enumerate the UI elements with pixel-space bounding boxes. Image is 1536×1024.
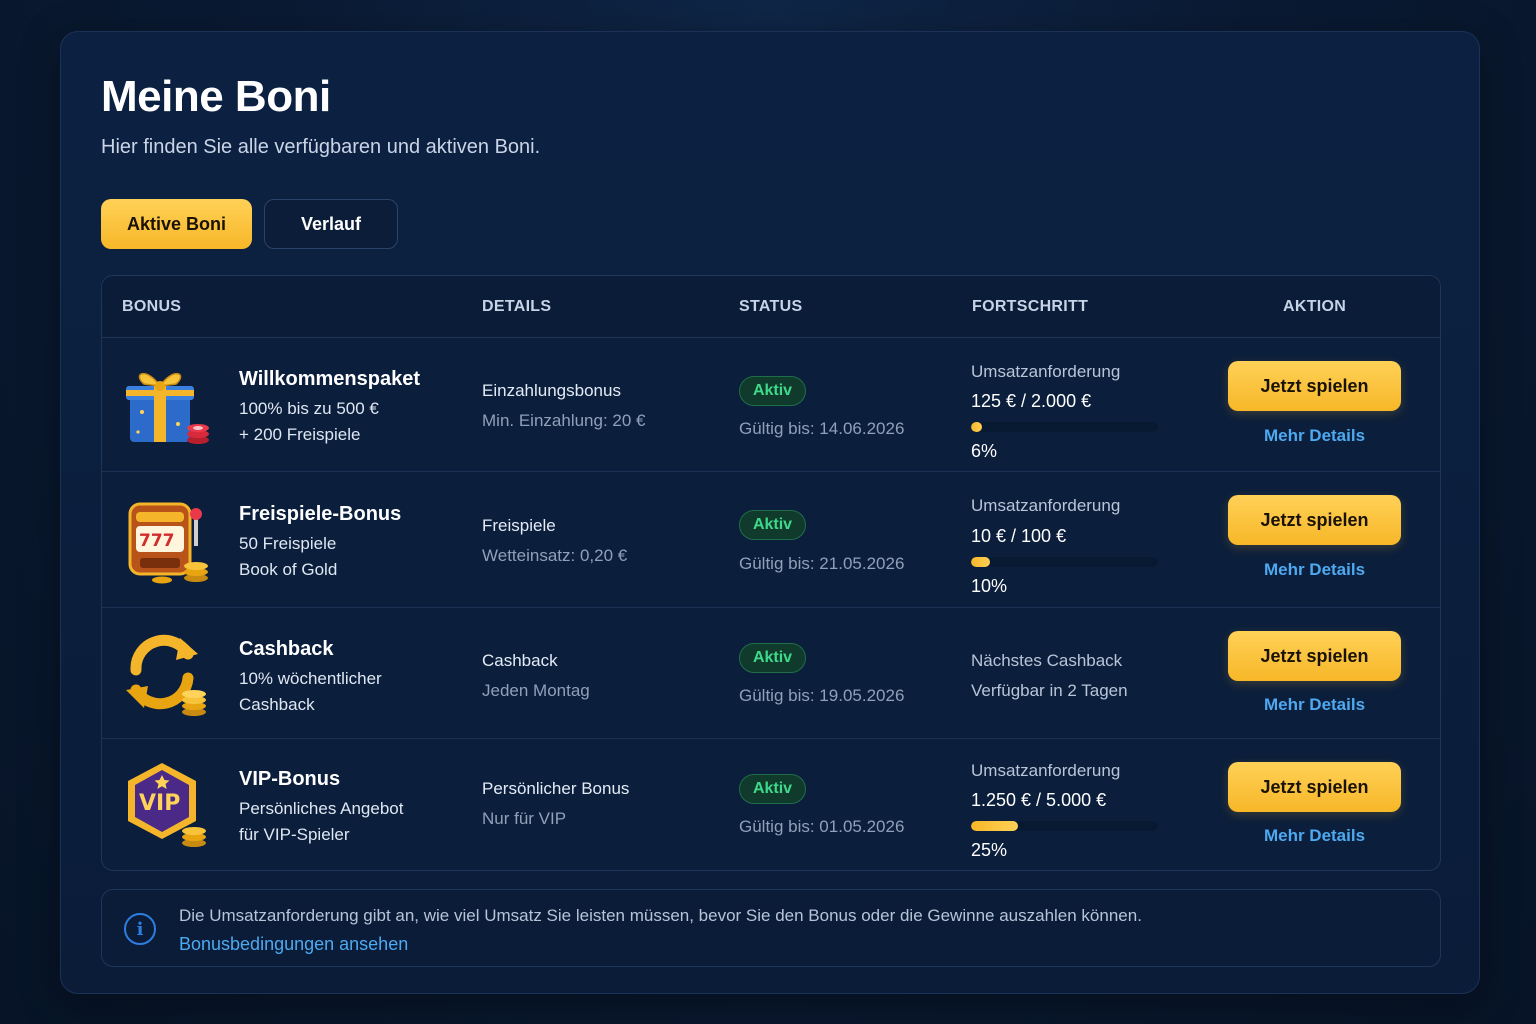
progress-percent: 25%: [971, 840, 1008, 860]
tab-bar: Aktive Boni Verlauf: [101, 199, 398, 249]
bonus-line-2: Book of Gold: [239, 560, 338, 579]
play-now-button[interactable]: Jetzt spielen: [1228, 631, 1401, 681]
more-details-link[interactable]: Mehr Details: [1228, 560, 1401, 580]
progress-bar: [971, 557, 1158, 567]
bonus-line-1: 50 Freispiele: [239, 534, 337, 553]
valid-until: Gültig bis: 21.05.2026: [739, 554, 905, 573]
bonus-line-1: 100% bis zu 500 €: [239, 399, 379, 418]
detail-title: Cashback: [482, 651, 558, 670]
next-cashback-label: Nächstes Cashback: [971, 651, 1123, 670]
info-icon: i: [124, 913, 156, 945]
header-bonus: BONUS: [122, 298, 182, 315]
progress-bar: [971, 422, 1158, 432]
status-badge: Aktiv: [739, 376, 806, 406]
bonus-line-2: Cashback: [239, 695, 315, 714]
detail-title: Einzahlungsbonus: [482, 381, 621, 400]
table-header: BONUS DETAILS STATUS FORTSCHRITT AKTION: [102, 276, 1440, 338]
status-badge: Aktiv: [739, 643, 806, 673]
detail-subtitle: Min. Einzahlung: 20 €: [482, 411, 646, 430]
detail-subtitle: Wetteinsatz: 0,20 €: [482, 546, 628, 565]
table-row-cashback: Cashback 10% wöchentlicher Cashback Cash…: [102, 608, 1440, 739]
svg-text:VIP: VIP: [139, 791, 180, 816]
progress-fill: [971, 821, 1018, 831]
detail-title: Persönlicher Bonus: [482, 779, 630, 798]
play-now-button[interactable]: Jetzt spielen: [1228, 762, 1401, 812]
progress-value: 10 € / 100 €: [971, 526, 1067, 546]
status-badge: Aktiv: [739, 510, 806, 540]
progress-percent: 6%: [971, 441, 998, 461]
progress-label: Umsatzanforderung: [971, 362, 1121, 381]
valid-until: Gültig bis: 14.06.2026: [739, 419, 905, 438]
more-details-link[interactable]: Mehr Details: [1228, 426, 1401, 446]
progress-value: 1.250 € / 5.000 €: [971, 790, 1107, 810]
next-cashback-value: Verfügbar in 2 Tagen: [971, 681, 1128, 700]
table-row-vip: VIP VIP-Bonus Persönliches Angebot für V…: [102, 739, 1440, 870]
progress-value: 125 € / 2.000 €: [971, 391, 1092, 411]
header-status: STATUS: [739, 298, 803, 315]
status-badge: Aktiv: [739, 774, 806, 804]
progress-fill: [971, 422, 983, 432]
header-action: AKTION: [1283, 298, 1347, 315]
gift-box-icon: [122, 360, 214, 452]
detail-subtitle: Nur für VIP: [482, 809, 567, 828]
bonus-line-2: für VIP-Spieler: [239, 825, 350, 844]
progress-fill: [971, 557, 990, 567]
detail-subtitle: Jeden Montag: [482, 681, 590, 700]
detail-title: Freispiele: [482, 516, 556, 535]
tab-history[interactable]: Verlauf: [264, 199, 398, 249]
play-now-button[interactable]: Jetzt spielen: [1228, 361, 1401, 411]
info-text: Die Umsatzanforderung gibt an, wie viel …: [179, 906, 1142, 925]
page-title: Meine Boni: [101, 72, 331, 121]
bonus-name: VIP-Bonus: [239, 768, 341, 790]
valid-until: Gültig bis: 01.05.2026: [739, 817, 905, 836]
cashback-arrows-icon: [122, 628, 214, 720]
bonus-line-1: 10% wöchentlicher: [239, 669, 382, 688]
bonus-line-1: Persönliches Angebot: [239, 799, 404, 818]
bonus-table: BONUS DETAILS STATUS FORTSCHRITT AKTION: [101, 275, 1441, 871]
bonus-panel: Meine Boni Hier finden Sie alle verfügba…: [60, 31, 1480, 994]
progress-label: Umsatzanforderung: [971, 496, 1121, 515]
header-details: DETAILS: [482, 298, 552, 315]
header-progress: FORTSCHRITT: [972, 298, 1089, 315]
table-row-free-spins: 777 Freispiele-Bonus 50 Freispiele Book …: [102, 472, 1440, 608]
bonus-name: Freispiele-Bonus: [239, 503, 402, 525]
info-box: i Die Umsatzanforderung gibt an, wie vie…: [101, 889, 1441, 967]
bonus-name: Willkommenspaket: [239, 368, 420, 390]
vip-badge-icon: VIP: [122, 759, 214, 851]
tab-active-bonuses[interactable]: Aktive Boni: [101, 199, 252, 249]
page-subtitle: Hier finden Sie alle verfügbaren und akt…: [101, 136, 541, 158]
bonus-name: Cashback: [239, 638, 334, 660]
bonus-line-2: + 200 Freispiele: [239, 425, 361, 444]
slot-machine-icon: 777: [122, 494, 214, 586]
progress-label: Umsatzanforderung: [971, 761, 1121, 780]
more-details-link[interactable]: Mehr Details: [1228, 826, 1401, 846]
valid-until: Gültig bis: 19.05.2026: [739, 686, 905, 705]
bonus-terms-link[interactable]: Bonusbedingungen ansehen: [179, 934, 408, 955]
table-row-welcome: Willkommenspaket 100% bis zu 500 € + 200…: [102, 338, 1440, 472]
progress-percent: 10%: [971, 576, 1008, 596]
progress-bar: [971, 821, 1158, 831]
play-now-button[interactable]: Jetzt spielen: [1228, 495, 1401, 545]
more-details-link[interactable]: Mehr Details: [1228, 695, 1401, 715]
svg-text:777: 777: [139, 531, 175, 551]
